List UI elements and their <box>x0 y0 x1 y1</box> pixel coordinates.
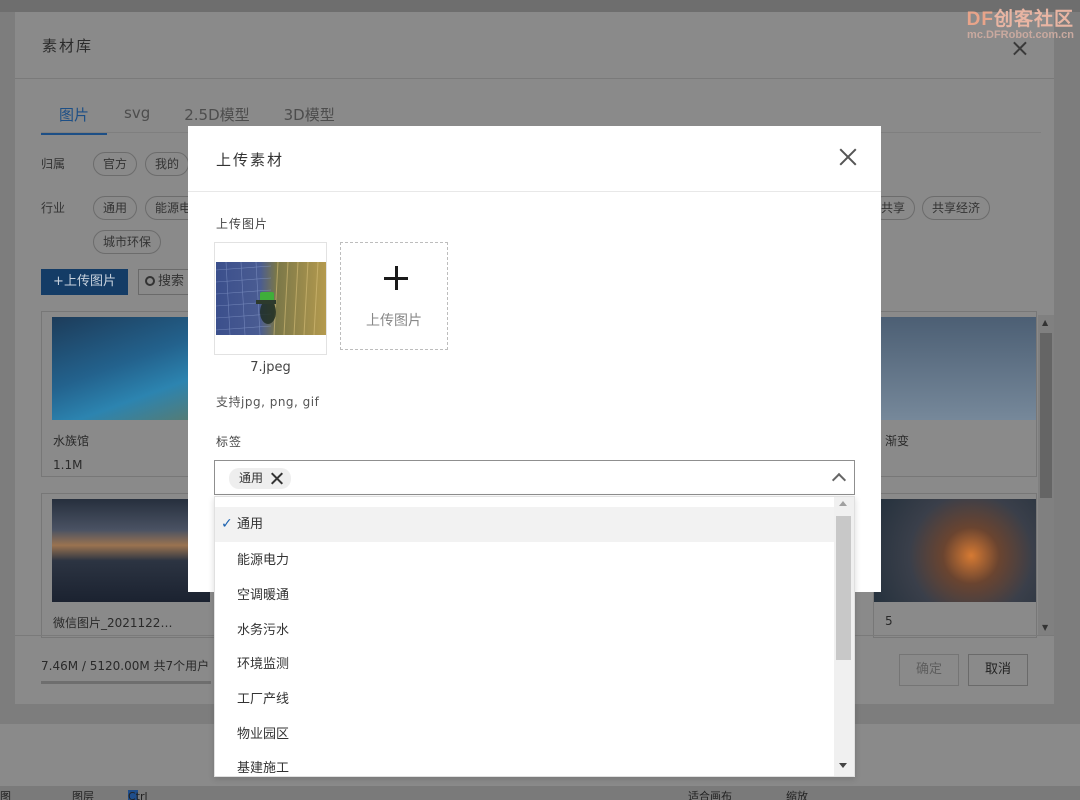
background-top <box>0 0 1080 12</box>
watermark-logo: DF创客社区 <box>966 9 1074 30</box>
dropdown-item[interactable]: 基建施工 <box>215 751 835 776</box>
scrollbar-thumb[interactable] <box>836 516 851 660</box>
chevron-up-icon[interactable] <box>831 472 847 488</box>
chip-mine[interactable]: 我的 <box>145 152 190 176</box>
add-image-button[interactable]: 上传图片 <box>340 242 448 350</box>
library-scrollbar[interactable]: ▲ ▼ <box>1038 315 1054 635</box>
asset-name: 渐变 <box>885 434 910 448</box>
chip-city-environment[interactable]: 城市环保 <box>93 230 162 254</box>
dropdown-item[interactable]: 能源电力 <box>215 543 835 578</box>
scroll-up-icon[interactable] <box>839 501 847 506</box>
search-icon <box>145 276 155 286</box>
plus-icon <box>384 266 408 290</box>
dropdown-item[interactable]: 物业园区 <box>215 717 835 752</box>
background-status-bar: 图 图层 Ctrl 适合画布 缩放 <box>0 786 1080 800</box>
asset-name: 微信图片_2021122… <box>53 616 173 630</box>
watermark: DF创客社区 mc.DFRobot.com.cn <box>967 4 1074 41</box>
upload-image-label: 上传图片 <box>216 217 269 231</box>
asset-card[interactable]: 5 <box>873 493 1037 638</box>
uploaded-image <box>216 262 326 335</box>
dropdown-item[interactable]: 水务污水 <box>215 613 835 648</box>
asset-thumbnail <box>52 317 210 420</box>
asset-thumbnail <box>874 317 1036 420</box>
scroll-down-icon[interactable]: ▼ <box>1042 623 1048 632</box>
asset-name: 5 <box>885 614 893 628</box>
asset-card[interactable]: 渐变 <box>873 311 1037 477</box>
dropdown-item[interactable]: 环境监测 <box>215 647 835 682</box>
selected-tag: 通用 <box>229 468 292 489</box>
asset-size: 1.1M <box>53 458 83 472</box>
library-divider <box>15 78 1054 79</box>
chip-general[interactable]: 通用 <box>93 196 138 220</box>
dropdown-item[interactable]: 工厂产线 <box>215 682 835 717</box>
tab-svg[interactable]: svg <box>107 104 167 135</box>
library-title: 素材库 <box>42 37 94 55</box>
dropdown-item[interactable]: ✓ 通用 <box>215 507 835 542</box>
asset-name: 水族馆 <box>53 434 90 448</box>
scrollbar-thumb[interactable] <box>1040 333 1052 498</box>
asset-thumbnail <box>874 499 1036 602</box>
tag-dropdown: ✓ 通用 能源电力 空调暖通 水务污水 环境监测 工厂产线 物业园区 基建施工 <box>214 496 855 777</box>
tab-images[interactable]: 图片 <box>41 104 108 135</box>
chip-sharing-economy[interactable]: 共享经济 <box>922 196 991 220</box>
upload-image-button[interactable]: +上传图片 <box>41 269 128 295</box>
upload-dialog-divider <box>188 191 881 192</box>
check-icon: ✓ <box>221 516 233 532</box>
confirm-button[interactable]: 确定 <box>899 654 959 686</box>
storage-usage: 7.46M / 5120.00M 共7个用户 <box>41 659 210 673</box>
asset-thumbnail <box>52 499 210 602</box>
add-image-label: 上传图片 <box>366 313 422 329</box>
uploaded-file-name: 7.jpeg <box>250 360 291 375</box>
uploaded-image-preview[interactable] <box>214 242 327 355</box>
ownership-label: 归属 <box>41 157 66 171</box>
close-icon[interactable] <box>839 148 857 166</box>
storage-usage-bar <box>41 681 211 684</box>
scroll-up-icon[interactable]: ▲ <box>1042 318 1048 327</box>
industry-label: 行业 <box>41 201 66 215</box>
scroll-down-icon[interactable] <box>839 763 847 768</box>
file-type-hint: 支持jpg, png, gif <box>216 395 320 409</box>
tag-label: 标签 <box>216 435 243 449</box>
remove-tag-icon[interactable] <box>271 472 283 484</box>
dropdown-item[interactable]: 空调暖通 <box>215 578 835 613</box>
watermark-url: mc.DFRobot.com.cn <box>967 29 1074 41</box>
cancel-button[interactable]: 取消 <box>968 654 1028 686</box>
dropdown-scrollbar[interactable] <box>834 497 854 776</box>
tag-select[interactable]: 通用 <box>214 460 855 495</box>
upload-dialog-title: 上传素材 <box>216 151 285 169</box>
chip-official[interactable]: 官方 <box>93 152 138 176</box>
plus-icon: + <box>53 274 64 289</box>
